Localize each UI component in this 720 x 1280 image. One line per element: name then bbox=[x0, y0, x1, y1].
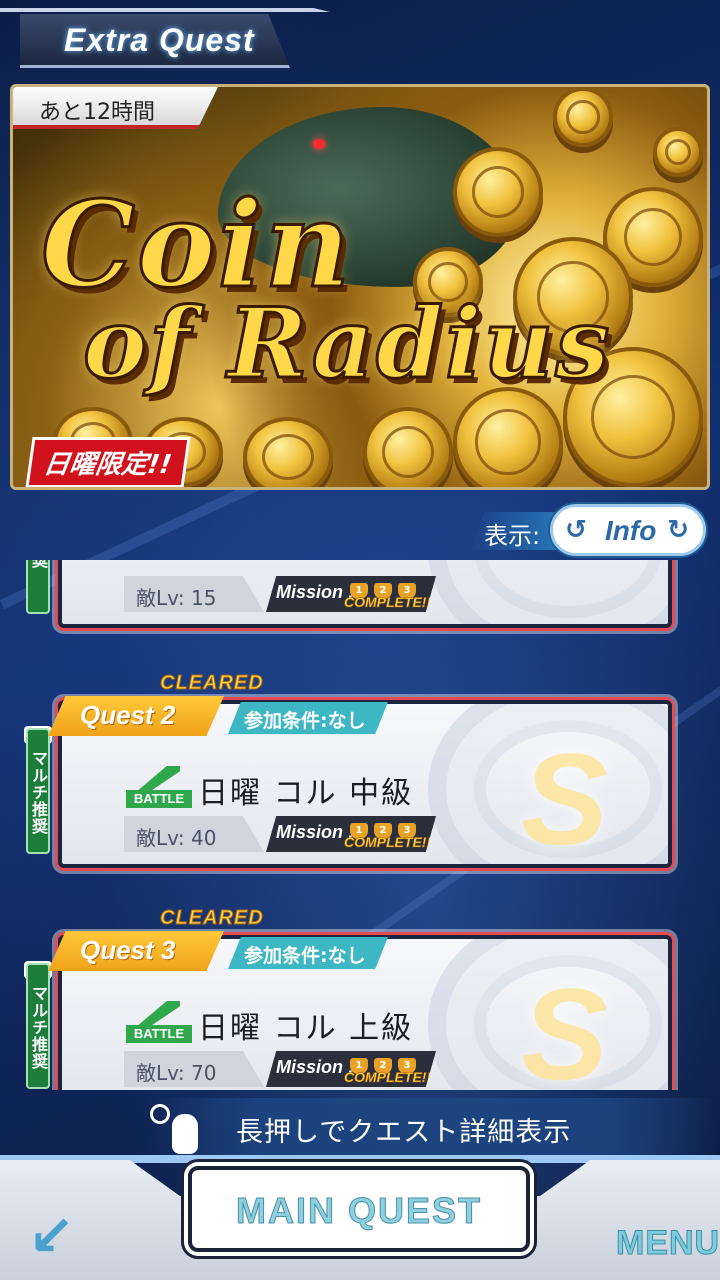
quest-name: 日曜 コル 中級 bbox=[198, 776, 414, 811]
quest-card-3[interactable]: マルチ推奨 S BATTLE 日曜 コル 上級 敵Lv: 70 Mission … bbox=[0, 907, 720, 1090]
quest-number-tab: Quest 3 bbox=[48, 931, 224, 971]
quest-card-2[interactable]: マルチ推奨 S BATTLE 日曜 コル 中級 敵Lv: 40 Mission … bbox=[0, 672, 720, 870]
display-mode-text: Info bbox=[605, 515, 657, 546]
mission-trophies: 123 bbox=[350, 1053, 430, 1074]
cycle-right-icon: ↻ bbox=[667, 515, 689, 545]
multi-recommended-tag: 推奨 bbox=[26, 560, 50, 614]
enemy-level: 敵Lv: 15 bbox=[124, 576, 264, 612]
entry-condition-tab: 参加条件:なし bbox=[228, 702, 388, 734]
entry-condition-text: 参加条件:なし bbox=[244, 945, 366, 967]
sword-icon bbox=[136, 1001, 180, 1027]
cleared-label: CLEARED bbox=[160, 672, 264, 695]
enemy-level-text: 敵Lv: 70 bbox=[136, 1061, 217, 1085]
long-press-icon bbox=[150, 1100, 210, 1160]
mission-complete-label: COMPLETE!! bbox=[344, 1069, 432, 1086]
main-quest-button[interactable]: MAIN QUEST bbox=[188, 1166, 530, 1252]
display-mode-button[interactable]: ↺ Info ↻ bbox=[550, 504, 706, 556]
enemy-level: 敵Lv: 40 bbox=[124, 816, 264, 852]
back-arrow-icon: ↙ bbox=[28, 1204, 75, 1269]
mission-complete-label: COMPLETE!! bbox=[344, 834, 432, 851]
mission-label: Mission : bbox=[276, 1057, 355, 1077]
main-quest-label: MAIN QUEST bbox=[235, 1190, 482, 1232]
menu-label: MENU bbox=[615, 1224, 720, 1263]
battle-label: BATTLE bbox=[126, 790, 192, 808]
cycle-left-icon: ↺ bbox=[565, 515, 587, 545]
mission-status: Mission : 123 COMPLETE!! bbox=[266, 816, 436, 852]
mission-complete-label: COMPLETE!! bbox=[344, 594, 432, 611]
quest-card-frame: 敵Lv: 15 Mission : 123 COMPLETE!! bbox=[58, 560, 672, 628]
screen-header: Extra Quest bbox=[0, 0, 330, 80]
quest-name: 日曜 コル 上級 bbox=[198, 1011, 414, 1046]
quest-number-label: Quest 3 bbox=[80, 935, 176, 965]
coin-image bbox=[453, 387, 563, 487]
entry-condition-text: 参加条件:なし bbox=[244, 710, 366, 732]
event-logo-line2: of Radius bbox=[81, 286, 612, 402]
enemy-level-text: 敵Lv: 40 bbox=[136, 826, 217, 850]
quest-number-tab: Quest 2 bbox=[48, 696, 224, 736]
back-button[interactable]: ↙ bbox=[20, 1204, 100, 1269]
coin-image bbox=[243, 417, 333, 487]
enemy-level-text: 敵Lv: 15 bbox=[136, 586, 217, 610]
mission-label: Mission : bbox=[276, 582, 355, 602]
enemy-level: 敵Lv: 70 bbox=[124, 1051, 264, 1087]
coin-image bbox=[653, 127, 703, 177]
quest-number-label: Quest 2 bbox=[80, 700, 176, 730]
battle-icon: BATTLE bbox=[126, 766, 192, 808]
mission-status: Mission : 123 COMPLETE!! bbox=[266, 576, 436, 612]
time-remaining-text: あと12時間 bbox=[39, 100, 155, 125]
quest-card-1[interactable]: 推奨 敵Lv: 15 Mission : 123 COMPLETE!! bbox=[0, 560, 720, 630]
hand-pointer-icon bbox=[172, 1114, 198, 1154]
coin-image bbox=[453, 147, 543, 237]
mission-trophies: 123 bbox=[350, 578, 430, 599]
battle-label: BATTLE bbox=[126, 1025, 192, 1043]
header-accent bbox=[0, 8, 330, 12]
display-toggle: 表示: ↺ Info ↻ bbox=[470, 502, 710, 558]
time-remaining-badge: あと12時間 bbox=[13, 87, 218, 129]
long-press-hint: 長押しでクエスト詳細表示 bbox=[236, 1117, 572, 1148]
event-banner[interactable]: あと12時間 Coin of Radius 日曜限定!! bbox=[10, 84, 710, 490]
battle-icon: BATTLE bbox=[126, 1001, 192, 1043]
screen-title: Extra Quest bbox=[64, 22, 255, 58]
coin-image bbox=[553, 87, 613, 147]
card-ring-decoration bbox=[428, 560, 668, 624]
quest-list[interactable]: 推奨 敵Lv: 15 Mission : 123 COMPLETE!! マルチ推… bbox=[0, 560, 720, 1090]
mission-status: Mission : 123 COMPLETE!! bbox=[266, 1051, 436, 1087]
mission-label: Mission : bbox=[276, 822, 355, 842]
display-label: 表示: bbox=[484, 522, 541, 550]
clock-icon bbox=[150, 1104, 170, 1124]
menu-button[interactable]: MENU bbox=[610, 1218, 719, 1268]
cleared-label: CLEARED bbox=[160, 907, 264, 930]
entry-condition-tab: 参加条件:なし bbox=[228, 937, 388, 969]
sunday-limited-badge: 日曜限定!! bbox=[25, 437, 191, 487]
boar-eye bbox=[313, 139, 325, 149]
rank-s-emblem: S bbox=[521, 726, 608, 868]
rank-s-emblem: S bbox=[521, 961, 608, 1090]
multi-recommended-tag: マルチ推奨 bbox=[26, 728, 50, 854]
mission-trophies: 123 bbox=[350, 818, 430, 839]
coin-image bbox=[363, 407, 453, 487]
sword-icon bbox=[136, 766, 180, 792]
multi-recommended-tag: マルチ推奨 bbox=[26, 963, 50, 1089]
